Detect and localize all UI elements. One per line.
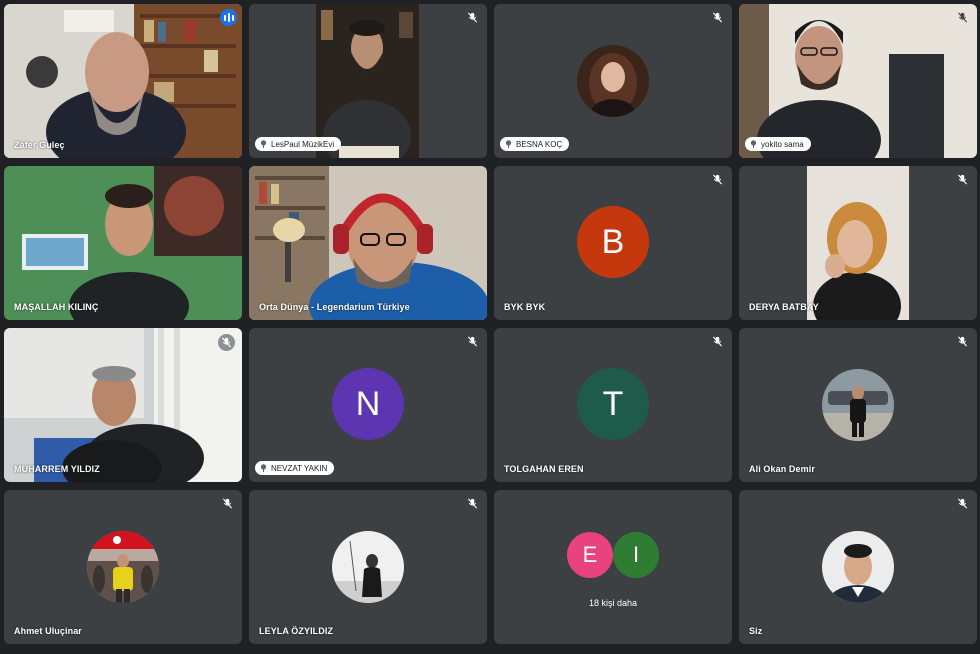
participant-tile-nevzat[interactable]: N NEVZAT YAKIN bbox=[249, 328, 487, 482]
mic-off-icon bbox=[218, 334, 235, 351]
pin-participant-chip[interactable]: LesPaul MüzikEvi bbox=[255, 137, 342, 151]
participant-name: LesPaul MüzikEvi bbox=[271, 139, 335, 149]
avatar bbox=[332, 531, 404, 603]
mic-off-icon bbox=[466, 497, 479, 510]
participant-name: Ali Okan Demir bbox=[749, 464, 815, 474]
participant-video bbox=[739, 166, 977, 320]
participant-tile-tolgahan[interactable]: T TOLGAHAN EREN bbox=[494, 328, 732, 482]
avatar bbox=[87, 531, 159, 603]
avatar bbox=[822, 369, 894, 441]
mic-off-icon bbox=[711, 11, 724, 24]
mic-off-icon bbox=[956, 335, 969, 348]
participant-name: BESNA KOÇ bbox=[516, 139, 563, 149]
participant-name: MAŞALLAH KILINÇ bbox=[14, 302, 99, 312]
more-participants-label: 18 kişi daha bbox=[588, 598, 638, 608]
avatar bbox=[577, 45, 649, 117]
pin-icon bbox=[750, 140, 757, 148]
mic-off-icon bbox=[956, 11, 969, 24]
more-participants-avatars: E I bbox=[494, 532, 732, 578]
participant-video bbox=[739, 4, 977, 158]
participant-tile-self[interactable]: Siz bbox=[739, 490, 977, 644]
mic-off-icon bbox=[711, 335, 724, 348]
avatar-letter: E bbox=[567, 532, 613, 578]
participant-name: TOLGAHAN EREN bbox=[504, 464, 584, 474]
pin-participant-chip[interactable]: NEVZAT YAKIN bbox=[255, 461, 335, 475]
participant-tile-lespaul[interactable]: LesPaul MüzikEvi bbox=[249, 4, 487, 158]
participant-grid: Zafer Guleç LesPaul MüzikEvi BESNA KOÇ y… bbox=[4, 4, 977, 650]
mic-off-icon bbox=[956, 497, 969, 510]
participant-tile-leyla[interactable]: LEYLA ÖZYILDIZ bbox=[249, 490, 487, 644]
participant-tile-besna[interactable]: BESNA KOÇ bbox=[494, 4, 732, 158]
participant-tile-yokito[interactable]: yokito sama bbox=[739, 4, 977, 158]
participant-tile-orta-dunya[interactable]: Orta Dünya - Legendarium Türkiye bbox=[249, 166, 487, 320]
participant-video bbox=[4, 328, 242, 482]
avatar-letter: B bbox=[577, 206, 649, 278]
participant-name: Zafer Guleç bbox=[14, 140, 65, 150]
pin-icon bbox=[260, 464, 267, 472]
participant-name: DERYA BATBAY bbox=[749, 302, 819, 312]
participant-video bbox=[4, 166, 242, 320]
pin-participant-chip[interactable]: yokito sama bbox=[745, 137, 811, 151]
more-participants-tile[interactable]: E I 18 kişi daha bbox=[494, 490, 732, 644]
participant-name: Orta Dünya - Legendarium Türkiye bbox=[259, 302, 410, 312]
mic-off-icon bbox=[466, 11, 479, 24]
pin-participant-chip[interactable]: BESNA KOÇ bbox=[500, 137, 570, 151]
mic-off-icon bbox=[466, 335, 479, 348]
participant-name: Siz bbox=[749, 626, 763, 636]
avatar bbox=[822, 531, 894, 603]
avatar-letter: N bbox=[332, 368, 404, 440]
participant-name: Ahmet Uluçinar bbox=[14, 626, 82, 636]
speaking-indicator-icon bbox=[220, 9, 237, 26]
participant-tile-zafer[interactable]: Zafer Guleç bbox=[4, 4, 242, 158]
participant-tile-ahmet[interactable]: Ahmet Uluçinar bbox=[4, 490, 242, 644]
mic-off-icon bbox=[221, 497, 234, 510]
participant-tile-byk[interactable]: B BYK BYK bbox=[494, 166, 732, 320]
avatar-letter: T bbox=[577, 368, 649, 440]
participant-video bbox=[249, 166, 487, 320]
avatar-letter: I bbox=[613, 532, 659, 578]
mic-off-icon bbox=[711, 173, 724, 186]
participant-tile-muharrem[interactable]: MUHARREM YILDIZ bbox=[4, 328, 242, 482]
participant-name: LEYLA ÖZYILDIZ bbox=[259, 626, 334, 636]
pin-icon bbox=[505, 140, 512, 148]
participant-name: BYK BYK bbox=[504, 302, 546, 312]
participant-name: MUHARREM YILDIZ bbox=[14, 464, 100, 474]
participant-tile-ali-okan[interactable]: Ali Okan Demir bbox=[739, 328, 977, 482]
pin-icon bbox=[260, 140, 267, 148]
participant-name: yokito sama bbox=[761, 139, 804, 149]
participant-video bbox=[4, 4, 242, 158]
participant-tile-derya[interactable]: DERYA BATBAY bbox=[739, 166, 977, 320]
participant-name: NEVZAT YAKIN bbox=[271, 463, 328, 473]
participant-tile-masallah[interactable]: MAŞALLAH KILINÇ bbox=[4, 166, 242, 320]
mic-off-icon bbox=[956, 173, 969, 186]
participant-video bbox=[249, 4, 487, 158]
